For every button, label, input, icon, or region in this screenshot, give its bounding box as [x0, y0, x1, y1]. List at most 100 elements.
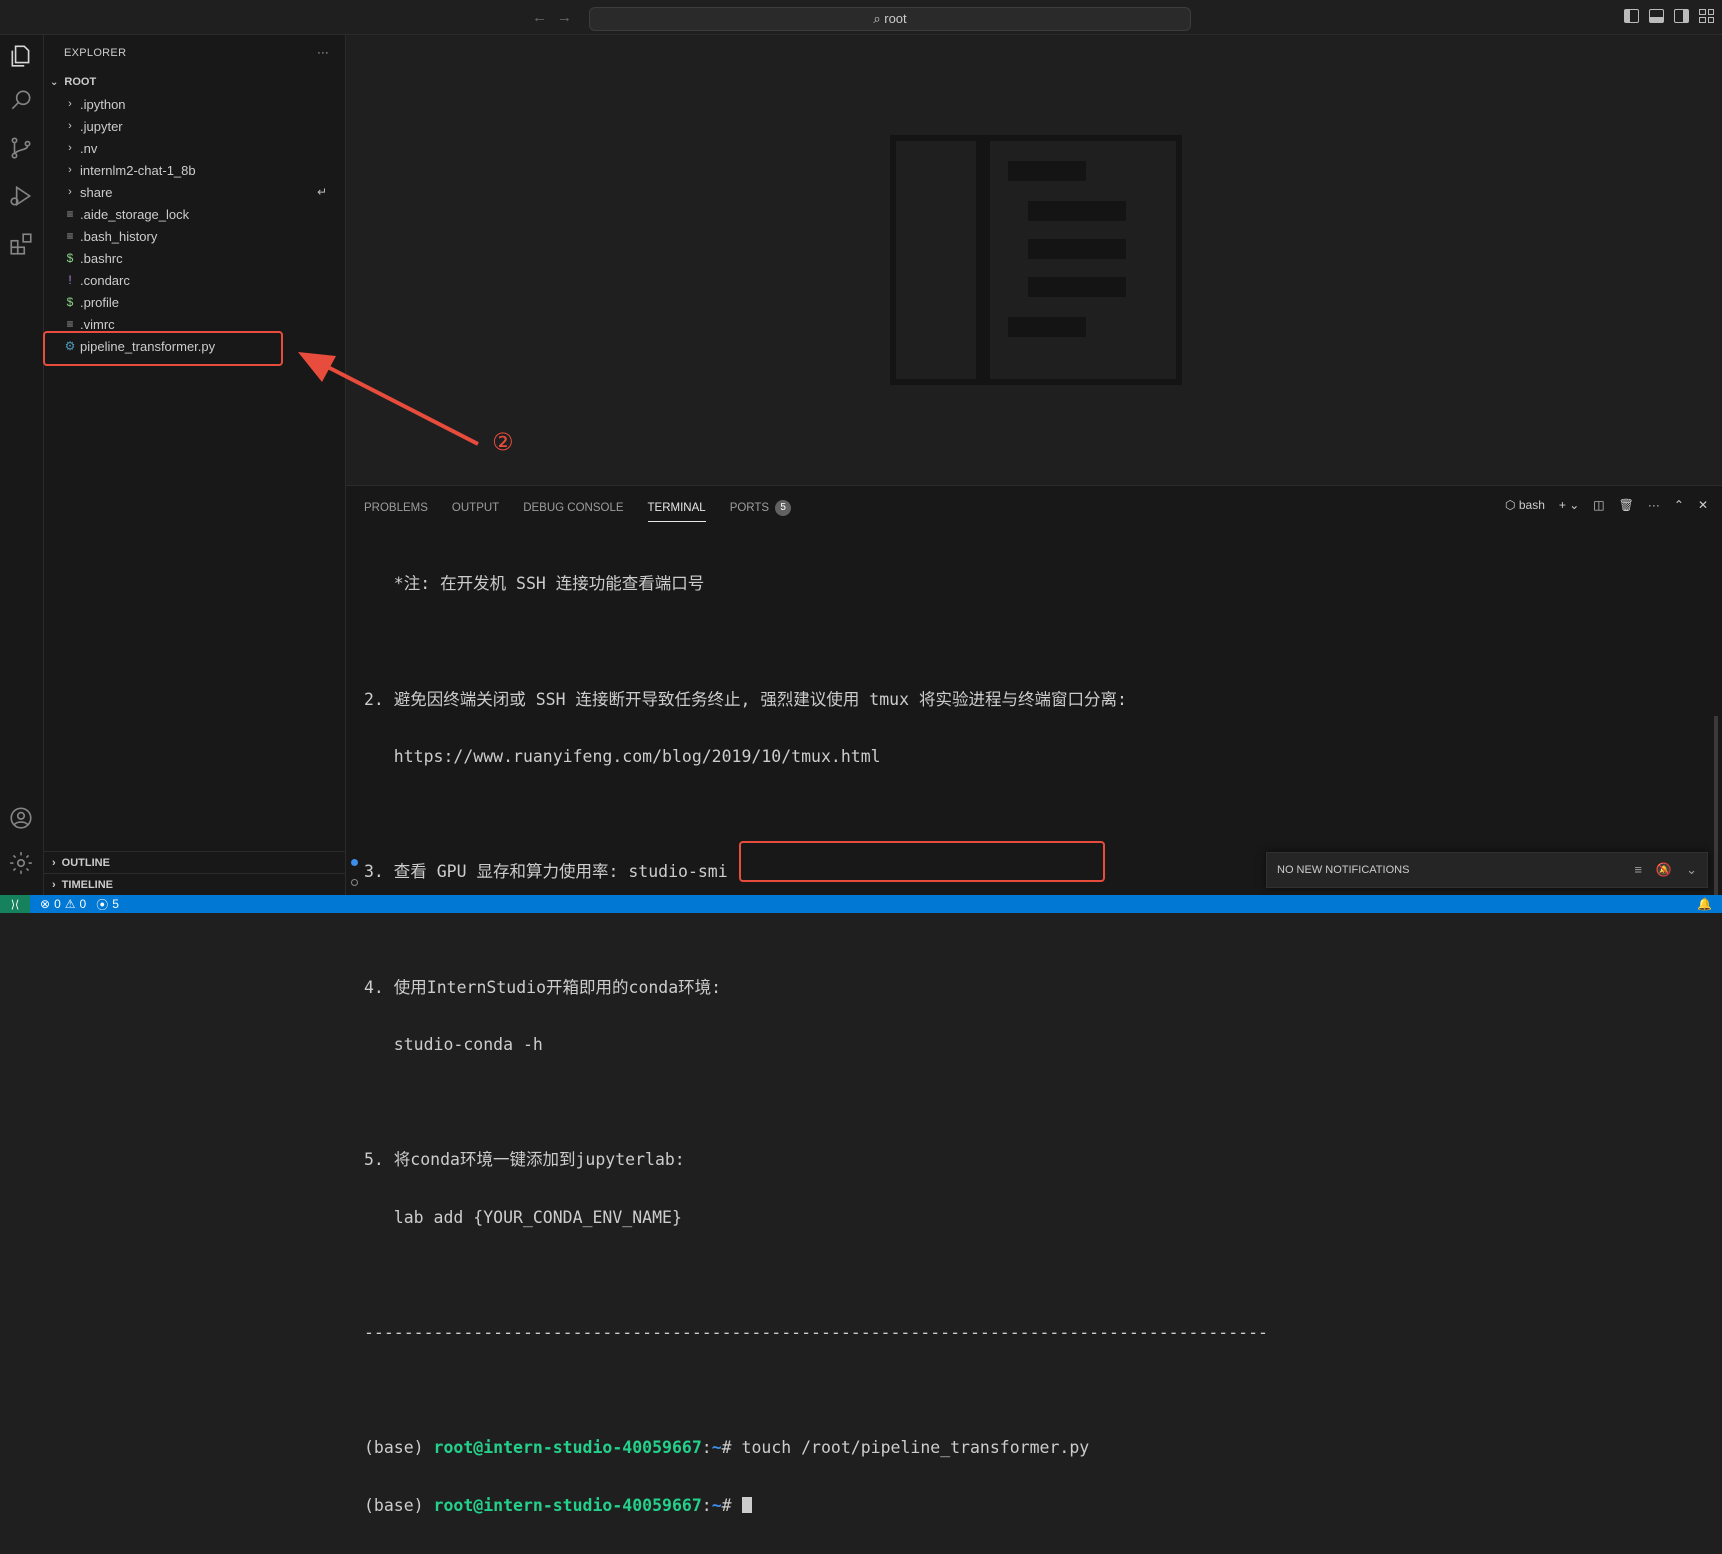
ports-status-count: 5 — [112, 897, 119, 911]
close-icon[interactable]: ✕ — [1698, 498, 1708, 512]
status-bar: ⟩⟨ ⊗ 0 ⚠ 0 ⦿ 5 🔔 — [0, 895, 1722, 913]
accounts-icon[interactable] — [8, 805, 36, 833]
tab-ports[interactable]: PORTS 5 — [730, 496, 792, 520]
arrow-right-icon[interactable]: → — [557, 9, 572, 26]
arrow-left-icon[interactable]: ← — [532, 9, 547, 26]
command-decoration-dot — [351, 859, 358, 866]
explorer-header: EXPLORER ··· — [44, 35, 345, 71]
root-folder-header[interactable]: ⌄ ROOT — [44, 71, 345, 93]
tree-item-nv[interactable]: › .nv — [44, 137, 345, 159]
prompt-env: (base) — [364, 1495, 434, 1515]
prompt-hash: # — [721, 1438, 742, 1458]
tree-item-ipython[interactable]: › .ipython — [44, 93, 345, 115]
notification-center: NO NEW NOTIFICATIONS ≡ 🔕 ⌄ — [1266, 852, 1708, 888]
chevron-right-icon: › — [68, 186, 72, 198]
terminal-command: touch /root/pipeline_transformer.py — [741, 1438, 1090, 1458]
terminal-line: lab add {YOUR_CONDA_ENV_NAME} — [364, 1207, 682, 1227]
toggle-secondary-sidebar-icon[interactable] — [1674, 9, 1689, 23]
source-control-icon[interactable] — [8, 135, 36, 163]
toggle-panel-icon[interactable] — [1649, 9, 1664, 23]
prompt-separator: : — [701, 1495, 712, 1515]
editor-area — [346, 35, 1722, 485]
terminal-line: 4. 使用InternStudio开箱即用的conda环境: — [364, 977, 722, 997]
trash-icon[interactable]: 🗑 — [1619, 498, 1634, 512]
chevron-right-icon: › — [52, 878, 56, 891]
chevron-right-icon: › — [52, 856, 56, 869]
command-center-search[interactable]: ⌕ root — [589, 7, 1191, 31]
clear-all-icon[interactable]: ≡ — [1634, 862, 1642, 878]
more-actions-icon[interactable]: ··· — [1648, 498, 1660, 512]
chevron-down-icon: ⌄ — [50, 76, 59, 88]
prompt-hash: # — [721, 1495, 742, 1515]
terminal-cursor — [741, 1496, 752, 1513]
terminal-line: 5. 将conda环境一键添加到jupyterlab: — [364, 1150, 685, 1170]
chevron-right-icon: › — [68, 164, 72, 176]
toggle-primary-sidebar-icon[interactable] — [1624, 9, 1639, 23]
run-debug-icon[interactable] — [8, 183, 36, 211]
tree-item-label: .nv — [80, 140, 98, 156]
explorer-icon[interactable] — [8, 43, 36, 71]
tree-item-profile[interactable]: $ .profile — [44, 291, 345, 313]
bell-slash-icon[interactable]: 🔕 — [1656, 862, 1672, 878]
tree-item-label: .bash_history — [80, 228, 158, 244]
prompt-separator: : — [701, 1438, 712, 1458]
prompt-path: ~ — [711, 1495, 722, 1515]
terminal-scrollbar[interactable] — [1714, 716, 1718, 896]
settings-gear-icon[interactable] — [8, 850, 36, 878]
terminal-prompt-line: (base) root@intern-studio-40059667:~# to… — [364, 1438, 1268, 1457]
tab-debug-console[interactable]: DEBUG CONSOLE — [523, 496, 623, 520]
terminal-shell-selector[interactable]: ⬡ bash — [1505, 498, 1545, 512]
tree-item-label: share — [80, 184, 113, 200]
symlink-icon: ↵ — [316, 185, 327, 199]
search-icon[interactable] — [8, 87, 36, 115]
panel-toolbar: ⬡ bash + ⌄ ◫ 🗑 ··· ⌃ ✕ — [1505, 498, 1708, 512]
chevron-down-icon[interactable]: ⌄ — [1686, 862, 1697, 878]
tree-item-label: .aide_storage_lock — [80, 206, 190, 222]
timeline-section[interactable]: › TIMELINE — [44, 873, 346, 895]
remote-indicator-icon[interactable]: ⟩⟨ — [0, 895, 30, 913]
text-file-icon: ≡ — [66, 317, 74, 331]
terminal-line: ----------------------------------------… — [364, 1323, 1268, 1343]
chevron-right-icon: › — [68, 98, 72, 110]
terminal-prompt-line: (base) root@intern-studio-40059667:~# — [364, 1496, 1268, 1515]
problems-status[interactable]: ⊗ 0 ⚠ 0 — [40, 897, 86, 911]
tree-item-internlm2[interactable]: › internlm2-chat-1_8b — [44, 159, 345, 181]
tree-item-label: .condarc — [80, 272, 130, 288]
text-file-icon: ≡ — [66, 207, 74, 221]
tree-item-label: .ipython — [80, 96, 126, 112]
customize-layout-icon[interactable] — [1699, 9, 1714, 23]
tree-item-label: .profile — [80, 294, 120, 310]
tree-item-bash-history[interactable]: ≡ .bash_history — [44, 225, 345, 247]
error-count: 0 — [54, 897, 61, 911]
tab-terminal[interactable]: TERMINAL — [647, 496, 706, 522]
tree-item-bashrc[interactable]: $ .bashrc — [44, 247, 345, 269]
maximize-panel-icon[interactable]: ⌃ — [1674, 498, 1684, 512]
new-terminal-icon[interactable]: + ⌄ — [1559, 498, 1579, 512]
terminal-output[interactable]: *注: 在开发机 SSH 连接功能查看端口号 2. 避免因终端关闭或 SSH 连… — [364, 536, 1268, 1554]
root-folder-label: ROOT — [64, 76, 97, 88]
text-file-icon: ≡ — [66, 229, 74, 243]
more-actions-icon[interactable]: ··· — [317, 47, 329, 59]
outline-section[interactable]: › OUTLINE — [44, 851, 346, 873]
editor-watermark-logo — [890, 135, 1182, 385]
tree-item-condarc[interactable]: ! .condarc — [44, 269, 345, 291]
tree-item-aide-storage-lock[interactable]: ≡ .aide_storage_lock — [44, 203, 345, 225]
tab-problems[interactable]: PROBLEMS — [364, 496, 428, 520]
shell-file-icon: $ — [66, 295, 74, 309]
navigation-arrows: ← → — [532, 9, 572, 26]
ports-status[interactable]: ⦿ 5 — [96, 896, 119, 913]
bell-icon[interactable]: 🔔 — [1697, 897, 1712, 911]
split-terminal-icon[interactable]: ◫ — [1593, 498, 1604, 512]
extensions-icon[interactable] — [8, 231, 36, 259]
broadcast-icon: ⦿ — [96, 897, 109, 912]
prompt-user: root@intern-studio-40059667 — [433, 1438, 702, 1458]
warning-count: 0 — [79, 897, 87, 911]
tree-item-jupyter[interactable]: › .jupyter — [44, 115, 345, 137]
tab-output[interactable]: OUTPUT — [452, 496, 499, 520]
tree-item-share[interactable]: › share ↵ — [44, 181, 345, 203]
shell-file-icon: $ — [66, 251, 74, 265]
